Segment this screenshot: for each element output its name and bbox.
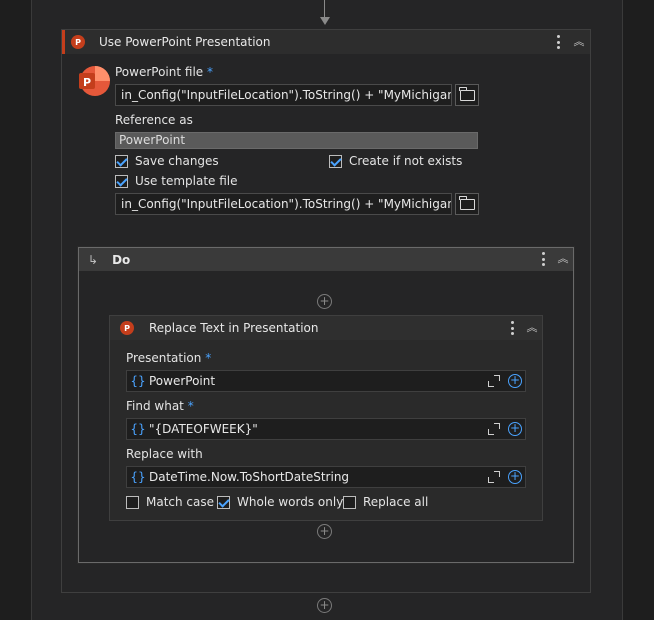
replace-text-title: Replace Text in Presentation <box>149 321 319 335</box>
presentation-plus-icon[interactable]: + <box>508 374 522 388</box>
template-file-input[interactable]: in_Config("InputFileLocation").ToString(… <box>115 193 452 215</box>
presentation-input[interactable]: {} PowerPoint <box>126 370 526 392</box>
do-collapse-icon[interactable]: ︽ <box>556 251 570 267</box>
save-changes-check[interactable] <box>115 154 128 168</box>
replace-text-header[interactable]: P Replace Text in Presentation <box>110 316 542 340</box>
match-case-checkbox[interactable]: Match case <box>126 495 214 509</box>
powerpoint-file-label-text: PowerPoint file <box>115 65 204 79</box>
required-mark: * <box>187 399 194 413</box>
find-what-label-text: Find what <box>126 399 184 413</box>
add-activity-outer-icon[interactable]: + <box>317 598 332 613</box>
replace-more-options-icon[interactable] <box>506 320 518 336</box>
do-header[interactable]: ↳ Do <box>79 248 573 271</box>
powerpoint-icon: P <box>71 35 85 49</box>
do-arrow-icon: ↳ <box>88 252 99 267</box>
required-mark: * <box>205 351 212 365</box>
find-what-value: "{DATEOFWEEK}" <box>149 422 258 436</box>
presentation-label: Presentation * <box>126 351 211 365</box>
use-powerpoint-header[interactable]: P Use PowerPoint Presentation <box>62 30 590 54</box>
use-template-label: Use template file <box>135 174 238 188</box>
powerpoint-file-input[interactable]: in_Config("InputFileLocation").ToString(… <box>115 84 452 106</box>
powerpoint-file-label: PowerPoint file * <box>115 65 213 79</box>
replace-all-label: Replace all <box>363 495 429 509</box>
whole-words-checkbox[interactable]: Whole words only <box>217 495 343 509</box>
find-what-input[interactable]: {} "{DATEOFWEEK}" <box>126 418 526 440</box>
expand-editor-icon[interactable] <box>487 470 501 484</box>
match-case-label: Match case <box>146 495 215 509</box>
more-options-icon[interactable] <box>552 34 564 50</box>
expression-icon: {} <box>130 422 146 436</box>
add-activity-top-icon[interactable]: + <box>317 294 332 309</box>
create-if-not-exists-check[interactable] <box>329 154 342 168</box>
create-if-not-exists-label: Create if not exists <box>349 154 463 168</box>
expression-icon: {} <box>130 470 146 484</box>
reference-as-label: Reference as <box>115 113 193 127</box>
replace-with-plus-icon[interactable]: + <box>508 470 522 484</box>
required-mark: * <box>207 65 213 79</box>
collapse-icon[interactable]: ︽ <box>572 34 586 50</box>
replace-with-label: Replace with <box>126 447 203 461</box>
replace-with-value: DateTime.Now.ToShortDateString <box>149 470 350 484</box>
folder-icon <box>459 195 475 210</box>
replace-all-checkbox[interactable]: Replace all <box>343 495 428 509</box>
whole-words-label: Whole words only <box>237 495 344 509</box>
create-if-not-exists-checkbox[interactable]: Create if not exists <box>329 154 462 168</box>
activity-title: Use PowerPoint Presentation <box>99 35 271 49</box>
connector-line <box>324 0 325 18</box>
replace-collapse-icon[interactable]: ︽ <box>525 320 539 336</box>
match-case-check[interactable] <box>126 495 139 509</box>
whole-words-check[interactable] <box>217 495 230 509</box>
use-template-checkbox[interactable]: Use template file <box>115 174 238 188</box>
powerpoint-logo-icon: P <box>79 66 110 96</box>
expand-editor-icon[interactable] <box>487 374 501 388</box>
connector-arrow-icon <box>320 17 330 25</box>
browse-file-button[interactable] <box>455 84 479 106</box>
use-template-check[interactable] <box>115 174 128 188</box>
replace-with-input[interactable]: {} DateTime.Now.ToShortDateString <box>126 466 526 488</box>
add-activity-bottom-icon[interactable]: + <box>317 524 332 539</box>
svg-text:P: P <box>83 76 91 89</box>
find-what-label: Find what * <box>126 399 194 413</box>
presentation-label-text: Presentation <box>126 351 202 365</box>
browse-template-button[interactable] <box>455 193 479 215</box>
folder-icon <box>459 86 475 101</box>
find-what-plus-icon[interactable]: + <box>508 422 522 436</box>
powerpoint-icon: P <box>120 321 134 335</box>
reference-as-input[interactable]: PowerPoint <box>115 132 478 149</box>
save-changes-checkbox[interactable]: Save changes <box>115 154 219 168</box>
save-changes-label: Save changes <box>135 154 219 168</box>
expand-editor-icon[interactable] <box>487 422 501 436</box>
presentation-value: PowerPoint <box>149 374 216 388</box>
do-title: Do <box>112 252 131 267</box>
do-more-options-icon[interactable] <box>537 251 549 267</box>
replace-all-check[interactable] <box>343 495 356 509</box>
expression-icon: {} <box>130 374 146 388</box>
